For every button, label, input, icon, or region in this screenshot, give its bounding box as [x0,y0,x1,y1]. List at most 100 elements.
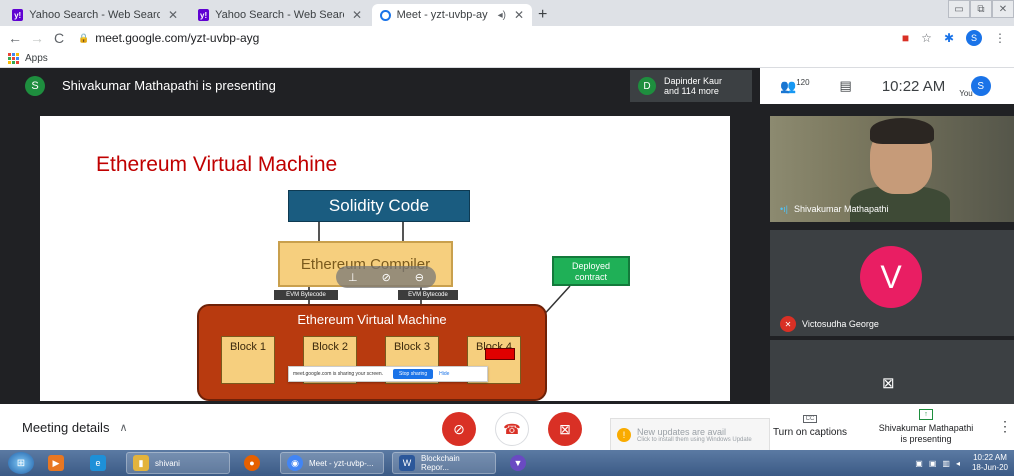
block: Block 1 [221,336,275,384]
self-tile[interactable]: ⊠ [770,340,1014,404]
tray-icon[interactable]: ▣ [915,459,923,468]
mic-off-icon: ✕ [780,316,796,332]
toast-title: New updates are avail [637,427,727,437]
firefox-icon[interactable]: ● [238,452,272,474]
close-window-icon[interactable]: ✕ [992,0,1014,18]
bookmarks-bar: Apps [0,50,1014,68]
participants-chip[interactable]: D Dapinder Kaur and 114 more [630,70,752,102]
video-hair [870,118,934,144]
chat-icon[interactable]: ▤ [840,78,852,94]
tab-title: Meet - yzt-uvbp-ayg [396,9,488,21]
meet-top-bar: S Shivakumar Mathapathi is presenting D … [0,68,1014,104]
tray-icon[interactable]: ▣ [929,459,937,468]
start-button[interactable]: ⊞ [8,452,34,474]
self-avatar[interactable]: S [970,76,991,96]
present-label: is presenting [900,434,952,444]
reload-icon[interactable]: C [48,30,70,46]
meeting-clock: 10:22 AM [881,77,946,95]
meet-icon [380,9,391,21]
new-tab-button[interactable]: + [538,6,547,24]
yahoo-icon: y! [198,9,210,21]
taskbar-time: 10:22 AM [973,453,1007,462]
hide-button[interactable]: Hide [439,371,449,377]
yahoo-icon: y! [12,9,24,21]
meeting-details-label: Meeting details [22,420,110,435]
mic-off-icon: ⊘ [453,420,465,437]
present-button[interactable]: ↑ Shivakumar Mathapathi is presenting [866,408,986,445]
taskbar-item-word[interactable]: W Blockchain Repor... [392,452,496,474]
star-icon[interactable]: ☆ [921,31,932,45]
taskbar-label: Blockchain Repor... [421,454,460,472]
share-text: meet.google.com is sharing your screen. [293,371,384,377]
camera-toggle-button[interactable]: ⊠ [548,412,582,446]
close-icon[interactable]: ✕ [344,8,362,22]
participant-tile[interactable]: V ✕ Victosudha George [770,230,1014,336]
tile-name-text: Shivakumar Mathapathi [794,204,889,214]
back-icon[interactable]: ← [4,30,26,46]
meeting-details-button[interactable]: Meeting details ∧ [22,420,128,435]
apps-bookmark[interactable]: Apps [25,53,48,64]
people-icon: 👥 [780,78,797,94]
windows-taskbar: ⊞ ▶ e ▮ shivani ● ◉ Meet - yzt-uvbp-... … [0,450,1014,476]
captions-button[interactable]: CC Turn on captions [770,412,850,438]
more-options-icon[interactable]: ⋮ [998,418,1012,435]
participant-tile[interactable]: •ı| Shivakumar Mathapathi [770,116,1014,222]
media-player-icon[interactable]: ▶ [42,452,76,474]
pin-icon[interactable]: ⊥ [348,271,358,284]
tile-name: ✕ Victosudha George [780,316,879,332]
meet-top-right: 👥120 ▤ 10:22 AM You S [760,68,1014,104]
mic-toggle-button[interactable]: ⊘ [442,412,476,446]
restore-icon[interactable]: ⧉ [970,0,992,18]
chrome-icon: ◉ [287,455,303,471]
app-icon[interactable]: ▼ [504,452,538,474]
tab-title: Yahoo Search - Web Search [29,9,160,21]
warning-icon: ! [617,428,631,442]
participant-name: Dapinder Kaur [664,76,723,86]
taskbar-label: shivani [155,458,180,468]
volume-icon[interactable]: ◂ [956,459,960,468]
tab-yahoo-2[interactable]: y! Yahoo Search - Web Search ✕ [190,4,370,26]
people-button[interactable]: 👥120 [780,78,810,94]
tab-yahoo-1[interactable]: y! Yahoo Search - Web Search ✕ [4,4,186,26]
evm-title: Ethereum Virtual Machine [297,312,447,327]
tab-title: Yahoo Search - Web Search [215,9,344,21]
taskbar-label: Meet - yzt-uvbp-... [309,458,374,468]
tab-strip: y! Yahoo Search - Web Search ✕ y! Yahoo … [0,0,1014,26]
ie-icon[interactable]: e [84,452,118,474]
remove-icon[interactable]: ⊖ [415,271,424,284]
menu-icon[interactable]: ⋮ [994,31,1006,45]
leave-call-button[interactable]: ☎ [495,412,529,446]
captions-label: Turn on captions [772,427,848,438]
camera-off-icon: ⊠ [882,375,895,392]
word-icon: W [399,455,415,471]
present-icon: ↑ [919,409,933,420]
extension-icon[interactable]: ✱ [944,31,954,45]
participant-avatar: V [860,246,922,308]
camera-off-icon: ⊠ [559,420,571,437]
windows-update-toast[interactable]: ! New updates are avail Click to install… [610,418,770,452]
tile-name: •ı| Shivakumar Mathapathi [780,204,889,214]
mute-icon[interactable]: ⊘ [382,271,391,284]
chevron-up-icon: ∧ [119,422,128,434]
participant-avatar: D [638,77,656,95]
toolbar-actions: ■ ☆ ✱ S ⋮ [902,30,1014,46]
taskbar-item-chrome[interactable]: ◉ Meet - yzt-uvbp-... [280,452,384,474]
lock-icon: 🔒 [78,32,90,43]
forward-icon[interactable]: → [26,30,48,46]
tile-name-text: Victosudha George [802,319,879,329]
present-label: Shivakumar Mathapathi [878,423,974,433]
taskbar-item-folder[interactable]: ▮ shivani [126,452,230,474]
participant-more: and 114 more [664,86,719,96]
profile-avatar[interactable]: S [966,30,982,46]
address-bar[interactable]: 🔒 meet.google.com/yzt-uvbp-ayg [78,31,259,45]
close-icon[interactable]: ✕ [160,8,178,22]
tab-meet[interactable]: Meet - yzt-uvbp-ayg ◂) ✕ [372,4,532,26]
speaker-icon[interactable]: ◂) [488,10,506,21]
camera-blocked-icon[interactable]: ■ [902,31,909,45]
close-icon[interactable]: ✕ [510,8,524,22]
network-icon[interactable]: ▥ [942,459,950,468]
taskbar-date: 18-Jun-20 [971,463,1008,472]
stop-sharing-button[interactable]: Stop sharing [393,369,434,379]
minimize-icon[interactable]: ▭ [948,0,970,18]
taskbar-clock[interactable]: 10:22 AM 18-Jun-20 [972,453,1008,473]
